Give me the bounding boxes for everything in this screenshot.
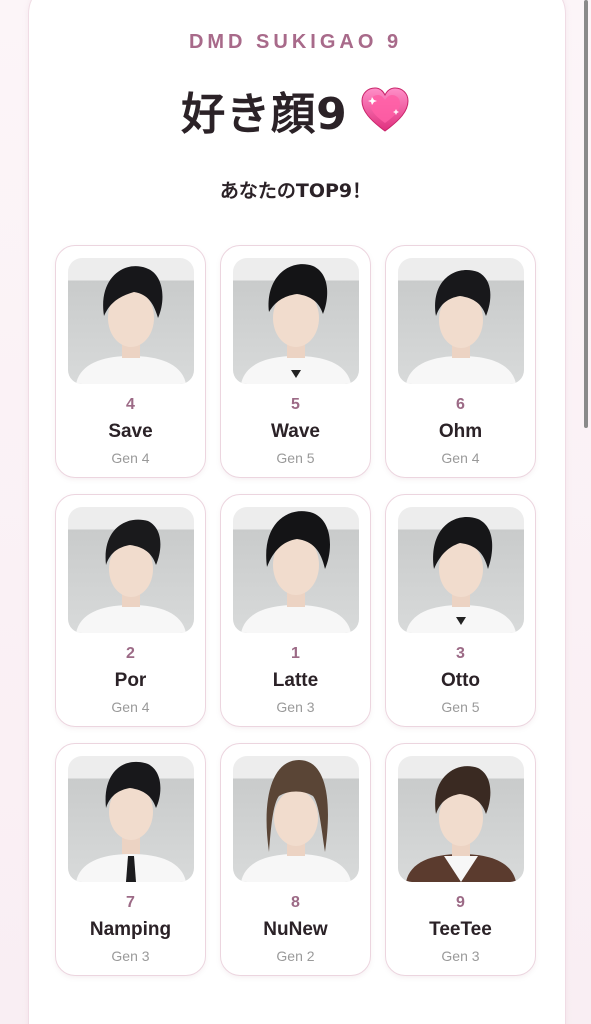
member-name: Por xyxy=(114,670,147,691)
scrollbar[interactable] xyxy=(584,0,588,428)
member-rank: 6 xyxy=(456,396,465,413)
member-gen: Gen 3 xyxy=(441,948,480,964)
member-rank: 8 xyxy=(291,894,300,911)
member-name: Wave xyxy=(271,421,320,442)
member-photo xyxy=(233,258,359,384)
member-card[interactable]: 8 NuNew Gen 2 xyxy=(220,743,371,976)
member-photo xyxy=(68,756,194,882)
member-gen: Gen 3 xyxy=(111,948,150,964)
member-rank: 4 xyxy=(126,396,135,413)
member-photo xyxy=(233,756,359,882)
member-rank: 7 xyxy=(126,894,135,911)
member-gen: Gen 4 xyxy=(441,450,480,466)
member-gen: Gen 4 xyxy=(111,450,150,466)
member-photo xyxy=(68,507,194,633)
member-rank: 2 xyxy=(126,645,135,662)
member-name: NuNew xyxy=(263,919,328,940)
member-gen: Gen 5 xyxy=(276,450,315,466)
member-name: Ohm xyxy=(438,421,483,442)
member-card[interactable]: 2 Por Gen 4 xyxy=(55,494,206,727)
member-gen: Gen 3 xyxy=(276,699,315,715)
member-card[interactable]: 4 Save Gen 4 xyxy=(55,245,206,478)
member-card[interactable]: 6 Ohm Gen 4 xyxy=(385,245,536,478)
members-grid: 4 Save Gen 4 5 Wave Gen 5 6 Ohm Gen 4 2 … xyxy=(55,245,537,976)
member-rank: 3 xyxy=(456,645,465,662)
page: DMD SUKIGAO 9 好き顔9 あなたのTOP9！ 4 Save Gen … xyxy=(0,0,591,1024)
member-card[interactable]: 5 Wave Gen 5 xyxy=(220,245,371,478)
member-card[interactable]: 3 Otto Gen 5 xyxy=(385,494,536,727)
member-rank: 1 xyxy=(291,645,300,662)
page-title: 好き顔9 xyxy=(181,89,348,140)
sparkling-heart-icon xyxy=(360,87,410,133)
member-rank: 9 xyxy=(456,894,465,911)
member-photo xyxy=(398,507,524,633)
member-card[interactable]: 7 Namping Gen 3 xyxy=(55,743,206,976)
member-name: Save xyxy=(108,421,153,442)
member-gen: Gen 5 xyxy=(441,699,480,715)
member-photo xyxy=(398,756,524,882)
member-card[interactable]: 9 TeeTee Gen 3 xyxy=(385,743,536,976)
member-photo xyxy=(68,258,194,384)
member-gen: Gen 4 xyxy=(111,699,150,715)
member-photo xyxy=(398,258,524,384)
member-gen: Gen 2 xyxy=(276,948,315,964)
member-card[interactable]: 1 Latte Gen 3 xyxy=(220,494,371,727)
title-row: 好き顔9 xyxy=(0,78,591,142)
member-name: Latte xyxy=(272,670,319,691)
member-name: Namping xyxy=(89,919,172,940)
member-name: Otto xyxy=(440,670,481,691)
subtitle: あなたのTOP9！ xyxy=(219,180,372,202)
member-photo xyxy=(233,507,359,633)
member-name: TeeTee xyxy=(429,919,492,940)
eyebrow-label: DMD SUKIGAO 9 xyxy=(188,31,403,53)
member-rank: 5 xyxy=(291,396,300,413)
